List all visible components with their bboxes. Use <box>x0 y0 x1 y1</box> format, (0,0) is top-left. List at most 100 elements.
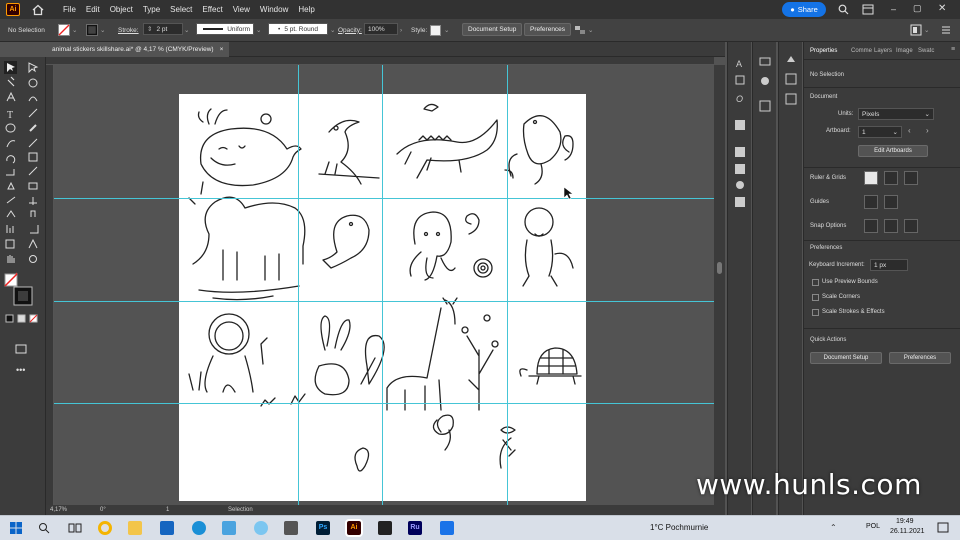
file-explorer-icon[interactable] <box>128 521 142 535</box>
preferences-button[interactable]: Preferences <box>524 23 572 36</box>
vertical-ruler[interactable] <box>46 65 54 505</box>
share-button[interactable]: ● Share <box>782 2 826 17</box>
keyboard-increment-field[interactable]: 1 px <box>870 259 908 271</box>
menu-help[interactable]: Help <box>293 0 319 19</box>
photoshop-icon[interactable]: Ps <box>316 521 330 535</box>
style-swatch[interactable] <box>430 23 441 37</box>
search-icon[interactable] <box>38 522 50 534</box>
preferences-button[interactable]: Preferences <box>889 352 951 364</box>
panel-menu-icon[interactable]: ≡ <box>951 46 955 53</box>
horizontal-ruler[interactable] <box>46 57 714 65</box>
rotation-value[interactable]: 0° <box>100 507 118 513</box>
show-guides-icon[interactable] <box>864 195 878 209</box>
app-icon[interactable] <box>254 521 268 535</box>
rush-icon[interactable]: Ru <box>408 521 422 535</box>
canvas-area[interactable] <box>54 65 714 505</box>
notifications-icon[interactable] <box>937 522 949 534</box>
snap-to-point-icon[interactable] <box>864 219 878 233</box>
app-icon[interactable] <box>440 521 454 535</box>
menu-select[interactable]: Select <box>165 0 197 19</box>
chevron-down-icon[interactable]: ⌄ <box>588 23 593 37</box>
panel-menu-icon[interactable] <box>940 23 952 37</box>
zoom-level[interactable]: 4,17% <box>50 507 74 513</box>
align-icon[interactable] <box>910 23 922 37</box>
minimize-icon[interactable]: – <box>891 4 896 14</box>
scale-corners-checkbox[interactable] <box>812 294 819 301</box>
chevron-down-icon[interactable]: ⌄ <box>184 23 189 37</box>
guide-horizontal[interactable] <box>54 198 714 199</box>
grid-toggle-icon[interactable] <box>884 171 898 185</box>
artboard-dropdown[interactable]: 1 ⌄ <box>858 126 902 138</box>
stroke-weight-field[interactable]: ⇕ 2 pt <box>143 23 183 35</box>
use-preview-bounds-checkbox[interactable] <box>812 279 819 286</box>
store-icon[interactable] <box>160 521 174 535</box>
search-icon[interactable] <box>838 4 849 15</box>
app-icon[interactable] <box>378 521 392 535</box>
fill-swatch[interactable] <box>58 23 70 37</box>
chevron-right-icon[interactable]: › <box>926 126 929 135</box>
tray-chevron-icon[interactable]: ⌃ <box>830 523 837 532</box>
guide-vertical[interactable] <box>507 65 508 505</box>
task-view-icon[interactable] <box>68 522 82 534</box>
chevron-down-icon[interactable]: ⌄ <box>256 23 261 37</box>
chrome-icon[interactable] <box>98 521 112 535</box>
scale-strokes-effects-checkbox[interactable] <box>812 309 819 316</box>
document-setup-button[interactable]: Document Setup <box>810 352 882 364</box>
maximize-icon[interactable]: ▢ <box>913 3 922 14</box>
tab-properties[interactable]: Properties <box>810 48 837 54</box>
windows-start-icon[interactable] <box>10 522 22 534</box>
tab-swatches[interactable]: Swatc <box>918 48 934 54</box>
opacity-label[interactable]: Opacity: <box>338 23 362 37</box>
vertical-scrollbar[interactable] <box>714 65 725 505</box>
guide-vertical[interactable] <box>382 65 383 505</box>
app-icon[interactable] <box>222 521 236 535</box>
app-icon[interactable] <box>284 521 298 535</box>
menu-effect[interactable]: Effect <box>197 0 227 19</box>
chevron-down-icon[interactable]: ⌄ <box>72 23 77 37</box>
tab-image[interactable]: Image <box>896 48 913 54</box>
chevron-down-icon[interactable]: ⌄ <box>924 23 929 37</box>
chevron-down-icon[interactable]: ⌄ <box>100 23 105 37</box>
close-window-icon[interactable]: ✕ <box>938 3 946 14</box>
home-icon[interactable] <box>32 4 44 16</box>
artboard-navigator[interactable]: 1 <box>166 507 186 513</box>
brush-definition[interactable]: • 5 pt. Round <box>268 23 328 35</box>
stroke-swatch[interactable] <box>86 23 98 37</box>
menu-object[interactable]: Object <box>105 0 138 19</box>
arrange-icon[interactable] <box>574 23 586 37</box>
snap-to-glyph-icon[interactable] <box>904 219 918 233</box>
stroke-label[interactable]: Stroke: <box>118 23 139 37</box>
close-tab-icon[interactable]: × <box>220 42 224 57</box>
menu-type[interactable]: Type <box>138 0 165 19</box>
snap-to-pixel-icon[interactable] <box>884 219 898 233</box>
clock-time[interactable]: 19:49 <box>896 518 914 525</box>
edge-icon[interactable] <box>192 521 206 535</box>
rulers-toggle-icon[interactable] <box>864 171 878 185</box>
menu-view[interactable]: View <box>228 0 255 19</box>
weather-status[interactable]: 1°C Pochmurnie <box>650 523 708 532</box>
tab-comments[interactable]: Comme <box>851 48 872 54</box>
document-setup-button[interactable]: Document Setup <box>462 23 523 36</box>
chevron-left-icon[interactable]: ‹ <box>908 126 911 135</box>
transparency-grid-icon[interactable] <box>904 171 918 185</box>
document-tab[interactable]: animal stickers skillshare.ai* @ 4,17 % … <box>46 42 230 57</box>
menu-edit[interactable]: Edit <box>81 0 105 19</box>
guide-vertical[interactable] <box>298 65 299 505</box>
menu-file[interactable]: File <box>58 0 81 19</box>
language-indicator[interactable]: POL <box>866 523 880 530</box>
tab-layers[interactable]: Layers <box>874 48 892 54</box>
variable-width-profile[interactable]: Uniform <box>196 23 254 35</box>
chevron-down-icon[interactable]: ⌄ <box>444 23 449 37</box>
edit-artboards-button[interactable]: Edit Artboards <box>858 145 928 157</box>
lock-guides-icon[interactable] <box>884 195 898 209</box>
chevron-right-icon[interactable]: › <box>400 23 402 37</box>
opacity-field[interactable]: 100% <box>364 23 398 35</box>
chevron-down-icon[interactable]: ⌄ <box>330 23 335 37</box>
illustrator-icon[interactable]: Ai <box>345 519 363 537</box>
arrange-documents-icon[interactable] <box>862 4 874 15</box>
scroll-thumb[interactable] <box>717 262 722 274</box>
guide-horizontal[interactable] <box>54 301 714 302</box>
clock-date[interactable]: 26.11.2021 <box>890 528 925 535</box>
menu-window[interactable]: Window <box>255 0 293 19</box>
units-dropdown[interactable]: Pixels ⌄ <box>858 108 934 120</box>
